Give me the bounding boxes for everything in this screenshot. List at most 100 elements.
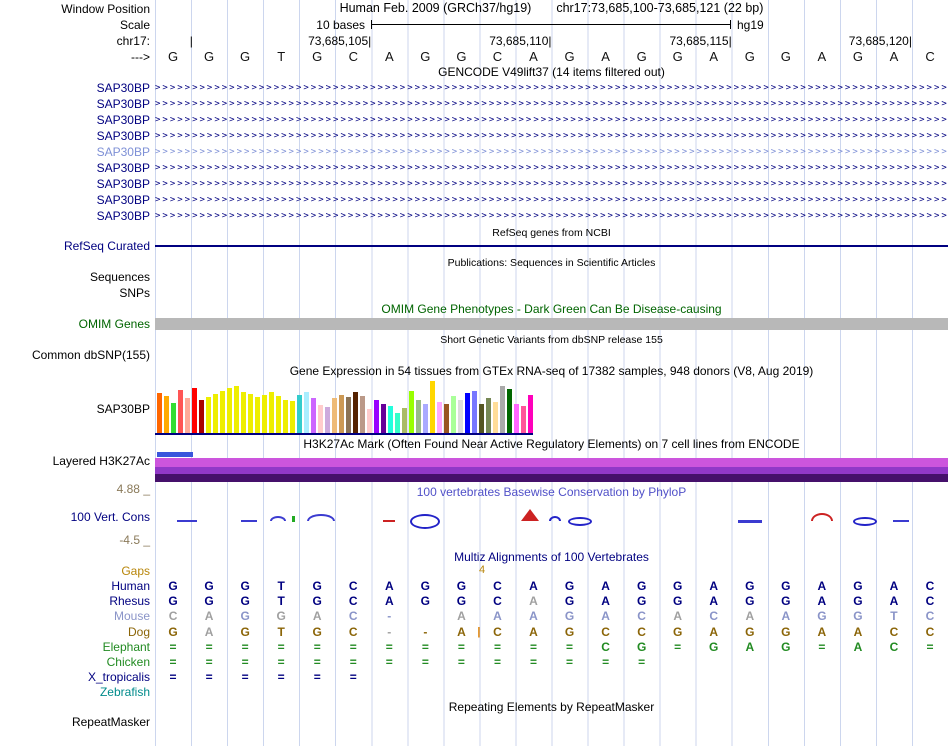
alignment-row[interactable]: Dog G A G T G C - - A C A G C C G A G G A A C C | xyxy=(0,625,950,640)
species-label[interactable]: Chicken xyxy=(0,655,150,670)
gencode-transcript-row[interactable]: SAP30BP >>>>>>>>>>>>>>>>>>>>>>>>>>>>>>>>>… xyxy=(0,80,950,96)
gtex-tissue-bar[interactable] xyxy=(297,395,302,433)
gtex-tissue-bar[interactable] xyxy=(381,404,386,433)
gtex-tissue-bar[interactable] xyxy=(521,406,526,433)
gtex-tissue-bar[interactable] xyxy=(493,402,498,433)
gencode-transcript-label[interactable]: SAP30BP xyxy=(0,193,150,207)
gtex-tissue-bar[interactable] xyxy=(290,401,295,433)
gtex-tissue-bar[interactable] xyxy=(283,400,288,433)
gtex-tissue-bar[interactable] xyxy=(402,408,407,433)
gencode-transcript-row[interactable]: SAP30BP >>>>>>>>>>>>>>>>>>>>>>>>>>>>>>>>>… xyxy=(0,112,950,128)
gtex-tissue-bar[interactable] xyxy=(507,389,512,433)
conservation-track[interactable] xyxy=(155,498,948,548)
gencode-transcript-row[interactable]: SAP30BP >>>>>>>>>>>>>>>>>>>>>>>>>>>>>>>>>… xyxy=(0,176,950,192)
snps-track-label[interactable]: SNPs xyxy=(0,286,150,300)
alignment-row[interactable]: Mouse C A G G A C - A A A G A C A C A A G G T C xyxy=(0,609,950,624)
publications-track-title[interactable]: Publications: Sequences in Scientific Ar… xyxy=(155,257,948,270)
gencode-transcript-label[interactable]: SAP30BP xyxy=(0,81,150,95)
omim-track-label[interactable]: OMIM Genes xyxy=(0,317,150,331)
gtex-tissue-bar[interactable] xyxy=(206,397,211,433)
gtex-tissue-bar[interactable] xyxy=(213,394,218,433)
gencode-transcript-label[interactable]: SAP30BP xyxy=(0,161,150,175)
gtex-tissue-bar[interactable] xyxy=(276,396,281,433)
gtex-tissue-bar[interactable] xyxy=(304,392,309,433)
gencode-transcript-label[interactable]: SAP30BP xyxy=(0,129,150,143)
gtex-tissue-bar[interactable] xyxy=(514,404,519,433)
gtex-tissue-bar[interactable] xyxy=(234,386,239,433)
gtex-tissue-bar[interactable] xyxy=(241,392,246,433)
gtex-tissue-bar[interactable] xyxy=(388,406,393,433)
gencode-transcript-label[interactable]: SAP30BP xyxy=(0,97,150,111)
gtex-tissue-bar[interactable] xyxy=(262,395,267,433)
gtex-tissue-bar[interactable] xyxy=(311,398,316,433)
dbsnp-track-label[interactable]: Common dbSNP(155) xyxy=(0,348,150,362)
species-label[interactable]: X_tropicalis xyxy=(0,670,150,685)
gtex-tissue-bar[interactable] xyxy=(332,398,337,433)
alignment-row[interactable]: Chicken = = = = = = = = = = = = = = xyxy=(0,655,950,670)
gtex-tissue-bar[interactable] xyxy=(248,394,253,433)
refseq-track-title[interactable]: RefSeq genes from NCBI xyxy=(155,227,948,240)
gencode-transcript-label[interactable]: SAP30BP xyxy=(0,177,150,191)
gtex-tissue-bar[interactable] xyxy=(185,398,190,433)
gtex-tissue-bar[interactable] xyxy=(465,393,470,433)
species-label[interactable]: Human xyxy=(0,579,150,594)
gtex-tissue-bar[interactable] xyxy=(409,391,414,433)
species-label[interactable]: Zebrafish xyxy=(0,685,150,700)
alignment-row[interactable]: Zebrafish xyxy=(0,685,950,700)
h3k27ac-layer-1[interactable] xyxy=(155,458,948,467)
species-label[interactable]: Elephant xyxy=(0,640,150,655)
gtex-tissue-bar[interactable] xyxy=(528,395,533,433)
gtex-tissue-bar[interactable] xyxy=(164,396,169,433)
omim-gene-bar[interactable] xyxy=(155,318,948,330)
h3k27ac-track-title[interactable]: H3K27Ac Mark (Often Found Near Active Re… xyxy=(155,438,948,451)
gtex-tissue-bar[interactable] xyxy=(339,395,344,433)
gtex-tissue-bar[interactable] xyxy=(374,400,379,433)
gtex-tissue-bar[interactable] xyxy=(346,397,351,433)
species-label[interactable]: Dog xyxy=(0,625,150,640)
gtex-track-title[interactable]: Gene Expression in 54 tissues from GTEx … xyxy=(155,365,948,378)
gtex-tissue-bar[interactable] xyxy=(451,396,456,433)
sequences-track-label[interactable]: Sequences xyxy=(0,270,150,284)
gtex-tissue-bar[interactable] xyxy=(255,397,260,433)
alignment-row[interactable]: Rhesus G G G T G C A G G C A G A G G A G G A G A C xyxy=(0,594,950,609)
gtex-tissue-bar[interactable] xyxy=(430,381,435,433)
strand-label[interactable]: ---> xyxy=(0,50,150,64)
gencode-transcript-row[interactable]: SAP30BP >>>>>>>>>>>>>>>>>>>>>>>>>>>>>>>>>… xyxy=(0,128,950,144)
alignment-row[interactable]: Human G G G T G C A G G C A G A G G A G G A G A C xyxy=(0,579,950,594)
gencode-track-title[interactable]: GENCODE V49lift37 (14 items filtered out… xyxy=(155,66,948,79)
gencode-transcript-row[interactable]: SAP30BP >>>>>>>>>>>>>>>>>>>>>>>>>>>>>>>>>… xyxy=(0,208,950,224)
gtex-tissue-bar[interactable] xyxy=(416,400,421,433)
gtex-tissue-bar[interactable] xyxy=(157,393,162,433)
gtex-tissue-bar[interactable] xyxy=(325,407,330,433)
gtex-tissue-bar[interactable] xyxy=(444,404,449,433)
species-label[interactable]: Mouse xyxy=(0,609,150,624)
multiz-track-title[interactable]: Multiz Alignments of 100 Vertebrates xyxy=(155,551,948,564)
gtex-tissue-bar[interactable] xyxy=(199,400,204,433)
gencode-transcript-label[interactable]: SAP30BP xyxy=(0,113,150,127)
repeatmasker-track-title[interactable]: Repeating Elements by RepeatMasker xyxy=(155,701,948,714)
conservation-track-label[interactable]: 100 Vert. Cons xyxy=(0,510,150,524)
gtex-tissue-bar[interactable] xyxy=(318,405,323,433)
gtex-tissue-bar[interactable] xyxy=(220,391,225,433)
h3k27ac-track-label[interactable]: Layered H3K27Ac xyxy=(0,454,150,468)
gencode-transcript-label[interactable]: SAP30BP xyxy=(0,209,150,223)
gencode-transcript-row[interactable]: SAP30BP >>>>>>>>>>>>>>>>>>>>>>>>>>>>>>>>>… xyxy=(0,192,950,208)
gencode-transcript-row[interactable]: SAP30BP >>>>>>>>>>>>>>>>>>>>>>>>>>>>>>>>>… xyxy=(0,160,950,176)
gtex-tissue-bar[interactable] xyxy=(360,396,365,433)
h3k27ac-layer-0[interactable] xyxy=(157,452,193,457)
gtex-tissue-bar[interactable] xyxy=(486,398,491,433)
gtex-tissue-bar[interactable] xyxy=(437,402,442,433)
gencode-transcript-row[interactable]: SAP30BP >>>>>>>>>>>>>>>>>>>>>>>>>>>>>>>>>… xyxy=(0,144,950,160)
refseq-gene-line[interactable] xyxy=(155,245,948,247)
gaps-track-label[interactable]: Gaps xyxy=(0,564,150,578)
h3k27ac-layer-2[interactable] xyxy=(155,467,948,474)
gtex-tissue-bar[interactable] xyxy=(269,392,274,433)
alignment-row[interactable]: X_tropicalis = = = = = = xyxy=(0,670,950,685)
omim-track-title[interactable]: OMIM Gene Phenotypes - Dark Green Can Be… xyxy=(155,303,948,316)
gtex-tissue-bar[interactable] xyxy=(500,386,505,433)
alignment-row[interactable]: Elephant = = = = = = = = = = = = C G = G A G = A C = xyxy=(0,640,950,655)
gtex-tissue-bar[interactable] xyxy=(192,388,197,433)
gtex-tissue-bar[interactable] xyxy=(423,404,428,433)
species-label[interactable]: Rhesus xyxy=(0,594,150,609)
gtex-tissue-bar[interactable] xyxy=(395,413,400,433)
